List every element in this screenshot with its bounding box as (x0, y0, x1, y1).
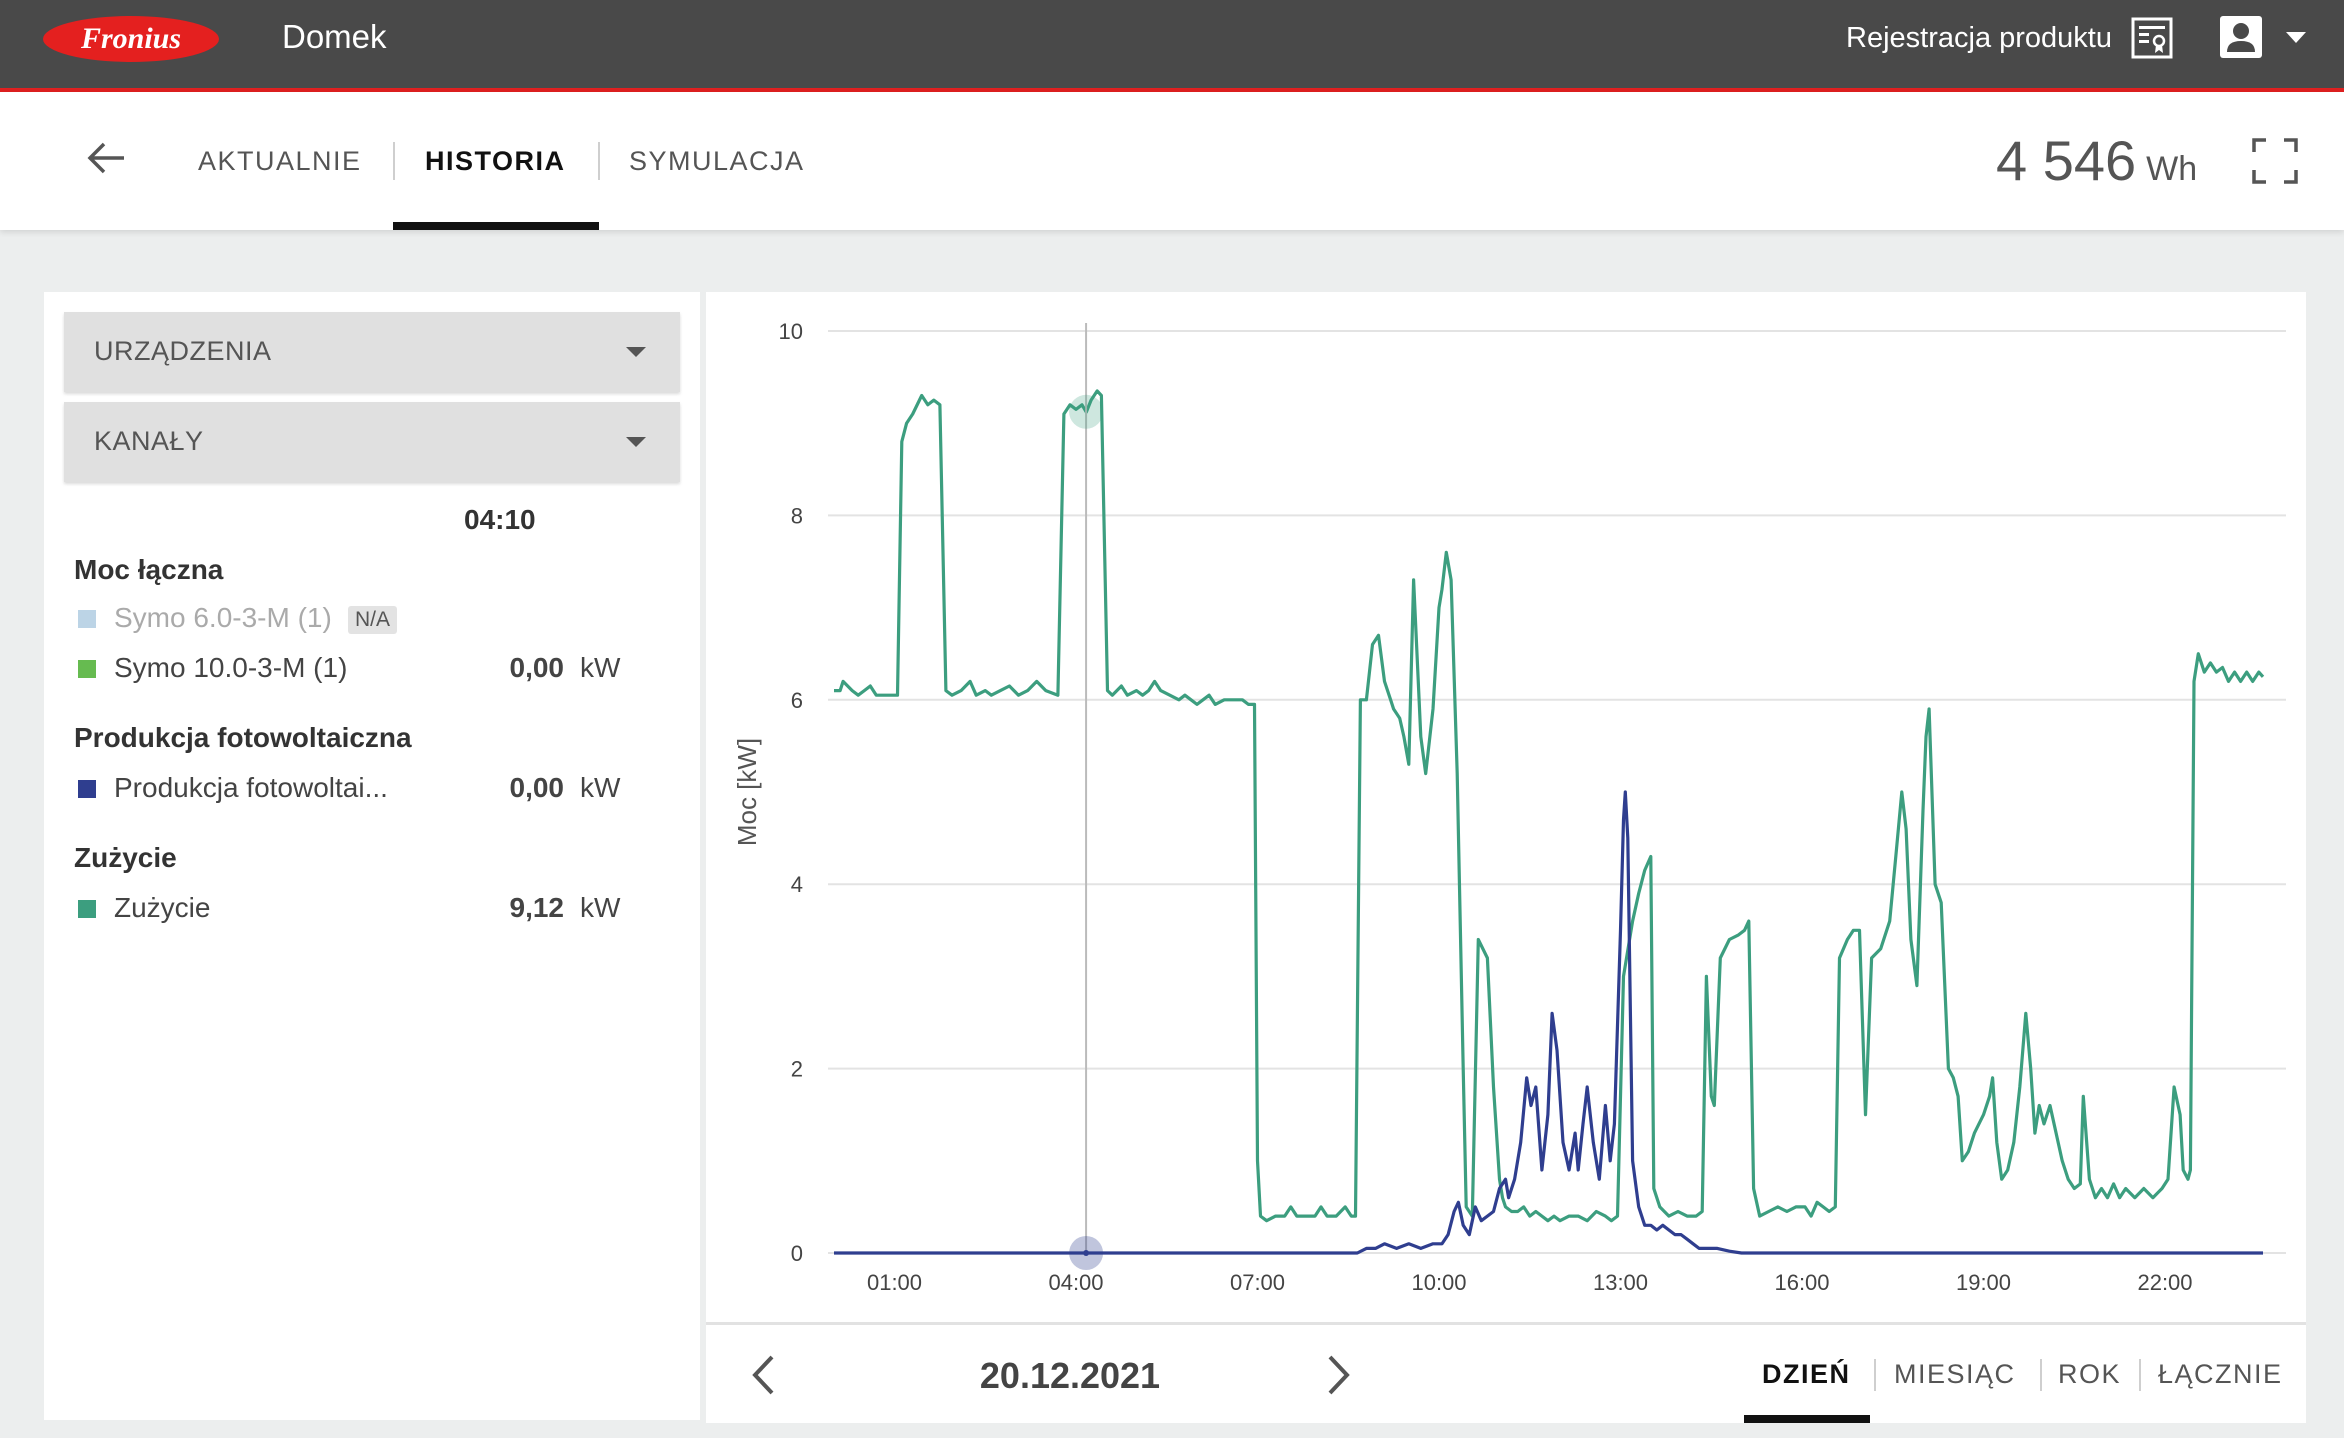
energy-value: 4 546 (1996, 129, 2137, 192)
channel-row[interactable]: Zużycie 9,12 kW (78, 888, 638, 928)
devices-dropdown-label: URZĄDZENIA (94, 336, 272, 366)
channel-value: 0,00 (509, 772, 565, 803)
group-title-consumption: Zużycie (74, 842, 177, 873)
channel-value: 9,12 (509, 892, 565, 923)
cursor-time: 04:10 (464, 504, 536, 535)
channel-unit: kW (580, 772, 621, 803)
series-line-pv-production (834, 790, 2263, 1255)
tab-aktualnie[interactable]: AKTUALNIE (198, 144, 362, 178)
channel-color-swatch (78, 900, 96, 918)
y-axis-ticks: 0 2 4 6 8 10 (779, 319, 803, 1266)
chart-footer: 20.12.2021 DZIEŃ MIESIĄC ROK ŁĄCZNIE (706, 1322, 2306, 1423)
sub-header: AKTUALNIE HISTORIA SYMULACJA 4 546 Wh (0, 92, 2344, 230)
period-separator (2139, 1359, 2141, 1391)
tab-historia[interactable]: HISTORIA (425, 144, 566, 178)
x-tick-label: 19:00 (1956, 1270, 2011, 1295)
channel-row[interactable]: Symo 10.0-3-M (1) 0,00 kW (78, 648, 638, 688)
svg-text:Fronius: Fronius (80, 22, 181, 55)
x-tick-label: 07:00 (1230, 1270, 1285, 1295)
channel-row[interactable]: Symo 6.0-3-M (1) N/A (78, 598, 638, 638)
channel-name: Symo 6.0-3-M (1) (114, 602, 332, 633)
tab-separator (598, 142, 600, 180)
channels-dropdown-label: KANAŁY (94, 426, 204, 456)
x-tick-label: 22:00 (2137, 1270, 2192, 1295)
channel-color-swatch (78, 610, 96, 628)
channel-value: 0,00 (509, 652, 565, 683)
channels-dropdown[interactable]: KANAŁY (64, 402, 680, 482)
caret-down-icon[interactable] (2286, 32, 2306, 43)
top-bar: Fronius Domek Rejestracja produktu (0, 0, 2344, 92)
energy-total: 4 546 Wh (1996, 128, 2197, 209)
channel-unit: kW (580, 652, 621, 683)
user-icon[interactable] (2218, 14, 2264, 60)
chart-panel: 0 2 4 6 8 10 01:00 04:00 07:00 10:00 13:00 16:00 19… (706, 292, 2306, 1423)
cursor-marker-dot (1083, 1250, 1090, 1256)
status-badge: N/A (348, 606, 398, 634)
devices-dropdown[interactable]: URZĄDZENIA (64, 312, 680, 392)
fullscreen-icon[interactable] (2252, 138, 2298, 184)
fronius-logo[interactable]: Fronius (42, 14, 220, 64)
active-period-indicator (1744, 1415, 1870, 1423)
channel-name: Produkcja fotowoltai... (114, 772, 388, 803)
x-tick-label: 04:00 (1048, 1270, 1103, 1295)
energy-unit: Wh (2146, 150, 2198, 188)
chart-series (834, 389, 2265, 1255)
x-tick-label: 16:00 (1774, 1270, 1829, 1295)
y-tick-label: 10 (779, 319, 803, 344)
y-axis-label: Moc [kW] (732, 738, 762, 846)
tab-separator (393, 142, 395, 180)
tab-symulacja[interactable]: SYMULACJA (629, 144, 805, 178)
period-total[interactable]: ŁĄCZNIE (2158, 1359, 2283, 1390)
period-day[interactable]: DZIEŃ (1762, 1359, 1851, 1390)
chevron-right-icon[interactable] (1326, 1353, 1352, 1397)
app-title: Domek (282, 18, 387, 55)
selected-date[interactable]: 20.12.2021 (930, 1355, 1210, 1397)
group-title-total-power: Moc łączna (74, 554, 224, 585)
chart-cursor (1069, 323, 1104, 1270)
chevron-left-icon[interactable] (750, 1353, 776, 1397)
y-tick-label: 8 (791, 503, 803, 528)
period-year[interactable]: ROK (2058, 1359, 2121, 1390)
y-tick-label: 6 (791, 688, 803, 713)
x-tick-label: 01:00 (867, 1270, 922, 1295)
channel-row[interactable]: Produkcja fotowoltai... 0,00 kW (78, 768, 638, 808)
power-chart[interactable]: 0 2 4 6 8 10 01:00 04:00 07:00 10:00 13:00 16:00 19… (706, 292, 2306, 1322)
channel-color-swatch (78, 780, 96, 798)
channel-name: Symo 10.0-3-M (1) (114, 652, 348, 683)
y-tick-label: 0 (791, 1241, 803, 1266)
period-separator (1874, 1359, 1876, 1391)
y-tick-label: 4 (791, 872, 803, 897)
channel-panel: URZĄDZENIA KANAŁY 04:10 Moc łączna Symo … (44, 292, 700, 1420)
back-arrow-icon[interactable] (86, 140, 126, 176)
x-tick-label: 13:00 (1593, 1270, 1648, 1295)
y-tick-label: 2 (791, 1057, 803, 1082)
chevron-down-icon (626, 347, 646, 357)
cursor-marker-consumption (1069, 394, 1104, 429)
x-axis-ticks: 01:00 04:00 07:00 10:00 13:00 16:00 19:00 22:00 (867, 1270, 2193, 1295)
period-separator (2040, 1359, 2042, 1391)
active-tab-indicator (393, 222, 599, 230)
channel-name: Zużycie (114, 892, 211, 923)
group-title-pv-production: Produkcja fotowoltaiczna (74, 722, 412, 753)
period-month[interactable]: MIESIĄC (1894, 1359, 2016, 1390)
chevron-down-icon (626, 437, 646, 447)
channel-color-swatch (78, 660, 96, 678)
channel-unit: kW (580, 892, 621, 923)
product-registration-link[interactable]: Rejestracja produktu (1846, 18, 2112, 58)
x-tick-label: 10:00 (1411, 1270, 1466, 1295)
certificate-icon[interactable] (2130, 16, 2174, 60)
chart-grid (828, 330, 2286, 1254)
